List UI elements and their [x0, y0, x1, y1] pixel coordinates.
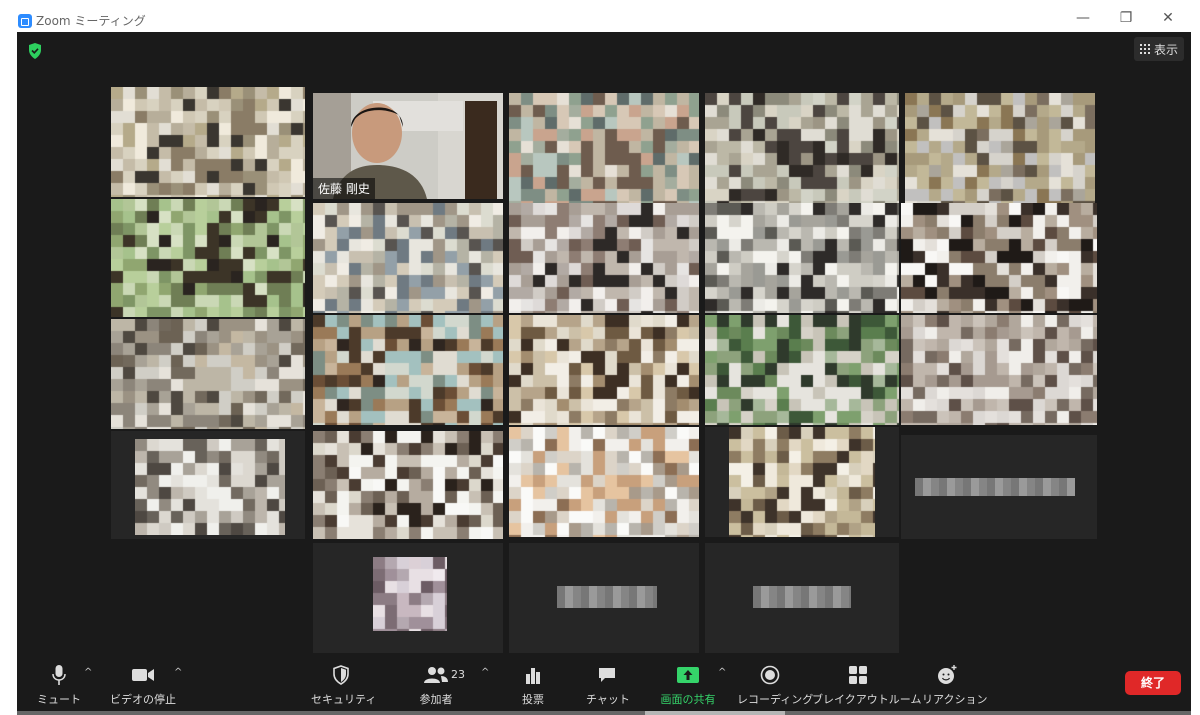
pixelated-video — [509, 203, 699, 313]
pixelated-video — [313, 203, 503, 313]
participant-video-tile[interactable] — [705, 203, 899, 313]
participant-video-tile[interactable] — [901, 203, 1097, 313]
close-window-button[interactable]: ✕ — [1153, 8, 1183, 28]
participant-video-tile[interactable] — [509, 427, 699, 537]
blurred-participant-name — [915, 478, 1075, 496]
breakout-rooms-button[interactable]: ブレイクアウトルーム — [812, 663, 921, 709]
meeting-toolbar: ミュート ^ ビデオの停止 ^ セキュリティ 参加者 23 ^ 投票 チャット … — [17, 655, 1191, 711]
stop-video-button[interactable]: ビデオの停止 — [110, 663, 176, 709]
security-shield-icon — [333, 665, 349, 685]
pixelated-video — [135, 439, 285, 535]
pixelated-video — [705, 203, 899, 313]
participants-icon — [424, 667, 448, 683]
pixelated-video — [509, 93, 699, 203]
share-screen-icon — [677, 667, 699, 683]
pixelated-video — [905, 93, 1095, 203]
security-button[interactable]: セキュリティ — [311, 663, 376, 709]
pixelated-video — [509, 427, 699, 537]
participant-video-tile[interactable] — [905, 93, 1095, 203]
record-icon — [760, 665, 780, 685]
chat-button[interactable]: チャット — [586, 663, 630, 709]
blurred-participant-name — [753, 586, 851, 608]
title-bar: Zoom ミーティング — ❐ ✕ — [0, 0, 1200, 32]
pixelated-video — [509, 315, 699, 425]
participant-video-tile[interactable] — [313, 543, 503, 653]
pixelated-video — [313, 315, 503, 425]
participant-video-tile[interactable] — [705, 427, 899, 537]
pixelated-video — [111, 87, 305, 197]
share-options-caret[interactable]: ^ — [718, 667, 726, 678]
pixelated-video — [705, 93, 899, 203]
meeting-view: 表示 佐藤 剛史 — [17, 32, 1191, 711]
grid-view-icon — [1139, 44, 1150, 54]
participant-video-tile[interactable] — [313, 431, 503, 539]
featured-participant-tile[interactable]: 佐藤 剛史 — [313, 93, 503, 199]
blurred-participant-name — [557, 586, 657, 608]
participants-button[interactable]: 参加者 — [417, 663, 455, 709]
pixelated-video — [313, 431, 503, 539]
restore-button[interactable]: ❐ — [1111, 8, 1141, 28]
poll-chart-icon — [526, 668, 540, 684]
pixelated-video — [729, 427, 875, 537]
end-meeting-button[interactable]: 終了 — [1125, 671, 1181, 695]
poll-button[interactable]: 投票 — [517, 663, 549, 709]
audio-options-caret[interactable]: ^ — [84, 667, 92, 678]
participant-video-tile[interactable] — [111, 431, 305, 539]
participant-video-tile[interactable] — [901, 315, 1097, 425]
scrollbar-thumb[interactable] — [645, 711, 785, 715]
video-options-caret[interactable]: ^ — [174, 667, 182, 678]
pixelated-video — [111, 319, 305, 429]
pixelated-video — [373, 557, 447, 631]
participant-name-only-tile[interactable] — [705, 543, 899, 653]
participant-video-tile[interactable] — [111, 319, 305, 429]
minimize-button[interactable]: — — [1068, 8, 1098, 28]
pixelated-video — [111, 199, 305, 317]
mute-button[interactable]: ミュート — [37, 663, 81, 709]
zoom-app-icon — [18, 14, 32, 28]
participant-video-tile[interactable] — [313, 203, 503, 313]
share-screen-button[interactable]: 画面の共有 — [657, 663, 719, 709]
participant-video-tile[interactable] — [509, 93, 699, 203]
pixelated-video — [705, 315, 899, 425]
view-label: 表示 — [1153, 42, 1178, 57]
microphone-icon — [52, 665, 66, 685]
horizontal-scrollbar[interactable] — [17, 711, 1191, 715]
breakout-rooms-icon — [849, 666, 867, 684]
participants-options-caret[interactable]: ^ — [481, 667, 489, 678]
encryption-shield-icon[interactable] — [27, 42, 43, 60]
participant-video-tile[interactable] — [111, 87, 305, 197]
view-toggle-button[interactable]: 表示 — [1134, 37, 1184, 61]
participant-name-only-tile[interactable] — [509, 543, 699, 653]
record-button[interactable]: レコーディング — [737, 663, 813, 709]
participant-video-tile[interactable] — [313, 315, 503, 425]
chat-bubble-icon — [599, 668, 615, 682]
participant-video-tile[interactable] — [509, 315, 699, 425]
reactions-button[interactable]: リアクション — [922, 663, 987, 709]
participants-count: 23 — [451, 668, 465, 681]
pixelated-video — [901, 203, 1097, 313]
participant-name-only-tile[interactable] — [901, 435, 1097, 539]
window-title: Zoom ミーティング — [36, 14, 146, 28]
participant-video-tile[interactable] — [705, 93, 899, 203]
participant-video-tile[interactable] — [509, 203, 699, 313]
participant-name-tag: 佐藤 剛史 — [313, 178, 375, 199]
pixelated-video — [901, 315, 1097, 425]
participant-video-tile[interactable] — [111, 199, 305, 317]
reaction-smiley-icon — [938, 665, 957, 684]
participant-video-tile[interactable] — [705, 315, 899, 425]
video-camera-icon — [132, 669, 154, 681]
